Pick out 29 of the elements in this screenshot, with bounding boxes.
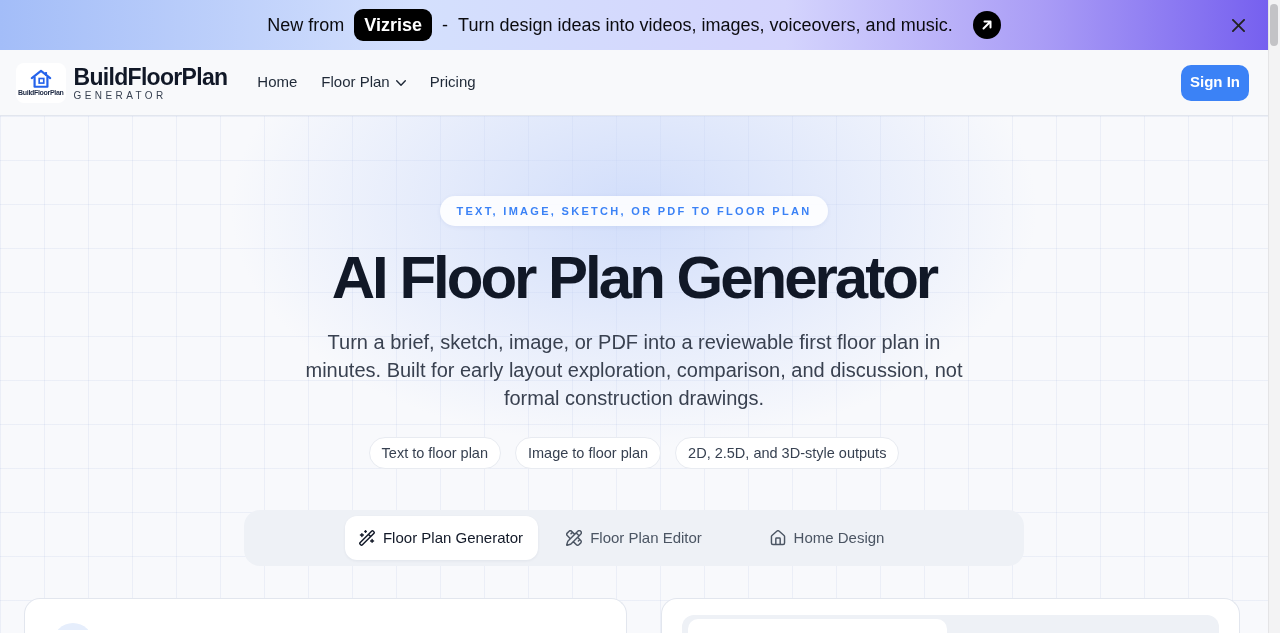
magic-wand-icon (358, 530, 375, 546)
chevron-down-icon (395, 79, 406, 86)
close-button[interactable] (1232, 18, 1245, 32)
scrollbar-thumb[interactable] (1270, 4, 1278, 46)
scrollbar[interactable] (1268, 0, 1280, 633)
brand-tagline: GENERATOR (73, 89, 168, 101)
announcement-text: New from (267, 13, 345, 37)
house-logo-icon (29, 68, 52, 88)
brand-name[interactable]: BuildFloorPlan (73, 64, 228, 89)
separator-text: - (442, 13, 449, 37)
house-icon (769, 530, 786, 546)
tab[interactable]: Floor Plan Editor (537, 516, 731, 560)
brand-badge: Vizrise (354, 9, 433, 41)
nav-link[interactable]: Floor Plan (321, 71, 406, 94)
nav-link[interactable]: Pricing (429, 71, 476, 94)
tab[interactable]: Home Design (730, 516, 924, 560)
eyebrow-label: TEXT, IMAGE, SKETCH, OR PDF TO FLOOR PLAN (440, 196, 828, 226)
nav-link[interactable]: Home (257, 71, 298, 94)
arrow-up-right-icon[interactable] (972, 11, 1001, 39)
feature-chip: Image to floor plan (515, 437, 662, 469)
announcement-text: Turn design ideas into videos, images, voiceovers, and music. (458, 13, 953, 37)
hero-title: AI Floor Plan Generator (331, 245, 937, 311)
sign-in-button[interactable]: Sign In (1181, 64, 1249, 101)
pencil-ruler-icon (566, 530, 583, 546)
close-icon (1232, 18, 1245, 32)
feature-chip: 2D, 2.5D, and 3D-style outputs (675, 437, 900, 469)
hero-subtitle: Turn a brief, sketch, image, or PDF into a reviewable first floor plan in minutes. Built for early layout exploration, comparison, and discussion, not formal construction drawings. (304, 330, 964, 411)
tab[interactable]: Floor Plan Generator (344, 516, 538, 560)
feature-chip: Text to floor plan (368, 437, 501, 469)
